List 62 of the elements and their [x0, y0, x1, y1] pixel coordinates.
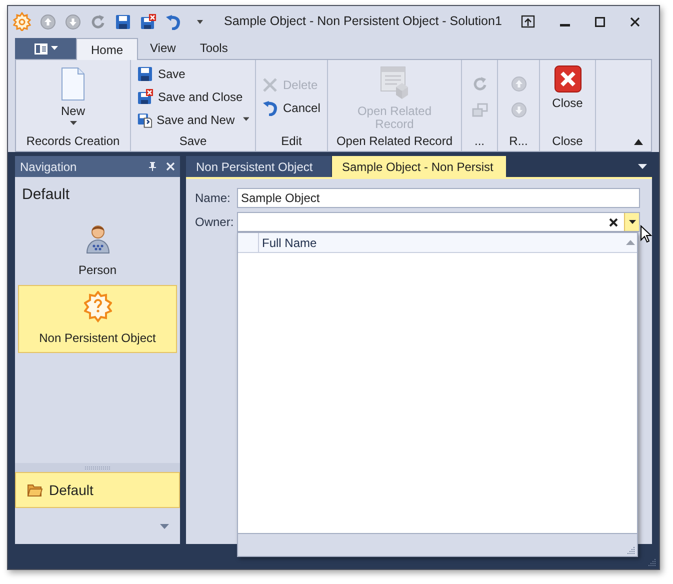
app-gear-icon[interactable] — [13, 12, 31, 31]
document-tab[interactable]: Non Persistent Object — [186, 156, 331, 177]
refresh-icon[interactable] — [90, 14, 106, 30]
document-tab[interactable]: Sample Object - Non Persist — [332, 156, 506, 177]
navigation-item[interactable]: Non Persistent Object — [18, 284, 177, 352]
save-icon[interactable] — [115, 14, 131, 30]
ribbon-tab[interactable]: Tools — [188, 37, 240, 59]
window-title: Sample Object - Non Persistent Object - Solution1 — [224, 13, 502, 30]
group-label: Records Creation — [25, 133, 121, 150]
cross-icon — [262, 77, 278, 93]
clear-icon[interactable] — [609, 218, 618, 226]
sort-arrow-icon[interactable] — [626, 240, 635, 245]
group-title: Default — [21, 185, 71, 205]
customize-caret-icon[interactable] — [196, 18, 204, 24]
save-and-close-icon[interactable] — [140, 14, 156, 30]
caret-icon — [628, 220, 636, 224]
undo-icon[interactable] — [165, 14, 181, 30]
resize-grip-icon[interactable] — [627, 546, 635, 554]
resize-grip-icon[interactable] — [648, 558, 656, 566]
group-label: Close — [551, 133, 584, 150]
ribbon-button[interactable]: Close — [526, 65, 610, 110]
group-label: Save — [178, 133, 208, 150]
lookup-field[interactable] — [237, 212, 640, 232]
person-icon — [84, 222, 112, 254]
app-menu-button[interactable] — [15, 38, 76, 59]
group-label: Edit — [280, 133, 303, 150]
gear-question-icon — [84, 290, 112, 322]
group-label: R... — [508, 133, 529, 150]
field-label: Owner: — [195, 214, 235, 231]
panel-layout-icon — [34, 42, 48, 54]
save-and-new-icon — [137, 112, 152, 128]
ribbon-tab[interactable]: View — [138, 37, 188, 59]
mouse-cursor-icon — [640, 225, 652, 243]
text-field[interactable]: Sample Object — [237, 188, 640, 208]
close-icon — [554, 65, 582, 93]
tab-list-caret-icon[interactable] — [638, 164, 647, 169]
maximize-icon[interactable] — [595, 16, 605, 26]
ribbon-button[interactable]: New — [31, 65, 115, 126]
navigation-item[interactable]: Person — [18, 216, 177, 284]
panel-title: Navigation — [20, 158, 77, 176]
ribbon-button[interactable]: Save and Close — [137, 86, 249, 106]
ribbon-button[interactable]: Cancel — [262, 98, 321, 118]
field-label: Name: — [195, 190, 232, 207]
caret-icon — [50, 46, 58, 51]
splitter-grip-icon[interactable] — [84, 466, 110, 470]
folder-icon — [27, 483, 43, 497]
dropdown-button[interactable] — [624, 213, 639, 231]
ribbon-button[interactable]: Save and New — [137, 110, 249, 130]
save-and-close-icon — [137, 88, 153, 104]
navigation-group[interactable]: Default — [15, 472, 180, 508]
expand-caret-icon[interactable] — [160, 524, 169, 528]
blank-page-icon — [60, 67, 86, 101]
restore-pane-icon[interactable] — [521, 15, 535, 28]
save-icon — [137, 66, 153, 82]
ribbon-tab[interactable]: Home — [76, 38, 138, 60]
collapse-ribbon-icon[interactable] — [634, 139, 643, 145]
ribbon-button[interactable]: Save — [137, 64, 249, 84]
close-icon[interactable] — [630, 16, 640, 26]
group-label: ... — [473, 133, 486, 150]
pin-icon[interactable] — [149, 162, 156, 171]
group-label: Open Related Record — [335, 133, 454, 150]
undo-icon — [262, 100, 278, 116]
